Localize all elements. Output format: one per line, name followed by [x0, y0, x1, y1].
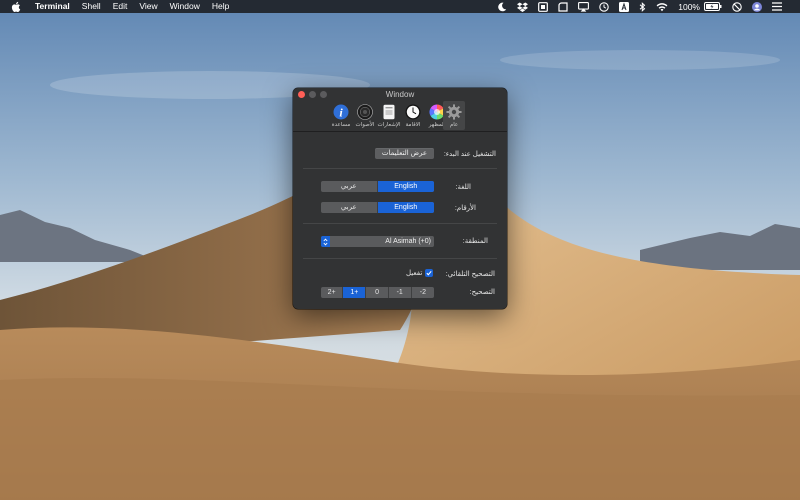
info-icon: i: [333, 104, 349, 120]
preferences-window: Window i مساعدة الأصوات الإشعارات الاقام…: [293, 88, 507, 309]
menu-shell[interactable]: Shell: [82, 0, 101, 13]
preferences-toolbar: i مساعدة الأصوات الإشعارات الاقامة المظه…: [293, 101, 507, 132]
dropbox-icon[interactable]: [517, 0, 529, 13]
tab-label: الأصوات: [355, 122, 375, 128]
battery-icon[interactable]: [704, 0, 722, 13]
menu-view[interactable]: View: [139, 0, 157, 13]
keyboard-input-icon[interactable]: [619, 0, 630, 13]
menu-help[interactable]: Help: [212, 0, 229, 13]
tab-sounds[interactable]: الأصوات: [354, 101, 376, 130]
tab-notifications[interactable]: الإشعارات: [378, 101, 400, 130]
moon-icon[interactable]: [497, 0, 507, 13]
time-machine-icon[interactable]: [599, 0, 609, 13]
box-icon[interactable]: [538, 0, 549, 13]
menu-window[interactable]: Window: [170, 0, 200, 13]
window-title: Window: [385, 90, 415, 99]
title-bar[interactable]: Window: [293, 88, 507, 101]
rounded-square-icon[interactable]: [558, 0, 568, 13]
bluetooth-icon[interactable]: [639, 0, 646, 13]
menu-bar: Terminal Shell Edit View Window Help 100…: [0, 0, 800, 13]
tab-label: الاقامة: [405, 122, 421, 128]
airplay-icon[interactable]: [578, 0, 590, 13]
list-icon[interactable]: [772, 0, 782, 13]
do-not-disturb-icon[interactable]: [732, 0, 742, 13]
tab-label: الإشعارات: [377, 122, 401, 128]
notification-icon: [383, 104, 395, 120]
tab-label: مساعدة: [331, 122, 351, 128]
tab-general[interactable]: عام: [443, 101, 465, 130]
menu-app-name[interactable]: Terminal: [35, 0, 70, 13]
tab-help[interactable]: i مساعدة: [330, 101, 352, 130]
tab-residence[interactable]: الاقامة: [402, 101, 424, 130]
wifi-icon[interactable]: [656, 0, 668, 13]
gear-icon: [446, 104, 462, 120]
apple-icon[interactable]: [11, 1, 21, 13]
tab-label: عام: [449, 122, 459, 128]
battery-percent[interactable]: 100%: [678, 2, 700, 12]
user-avatar-icon[interactable]: [752, 0, 762, 13]
menu-edit[interactable]: Edit: [113, 0, 128, 13]
speaker-icon: [357, 104, 373, 120]
clock-icon: [405, 104, 421, 120]
